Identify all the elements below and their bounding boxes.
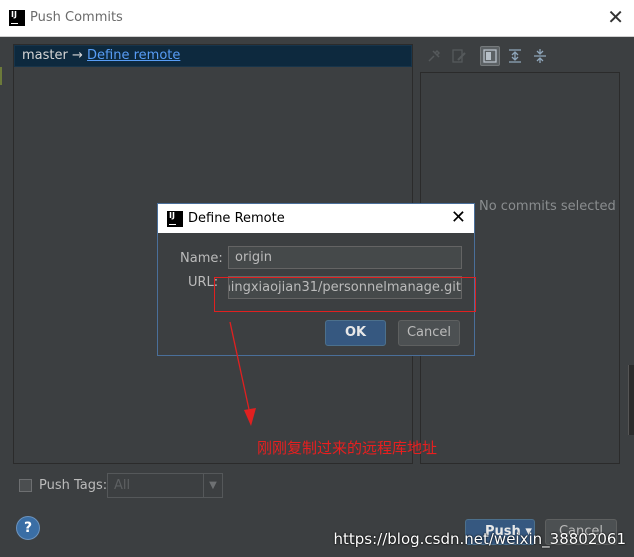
watermark: https://blog.csdn.net/weixin_38802061 (333, 530, 626, 548)
annotation-text: 刚刚复制过来的远程库地址 (257, 439, 438, 457)
annotation-arrow-icon (229, 321, 256, 426)
